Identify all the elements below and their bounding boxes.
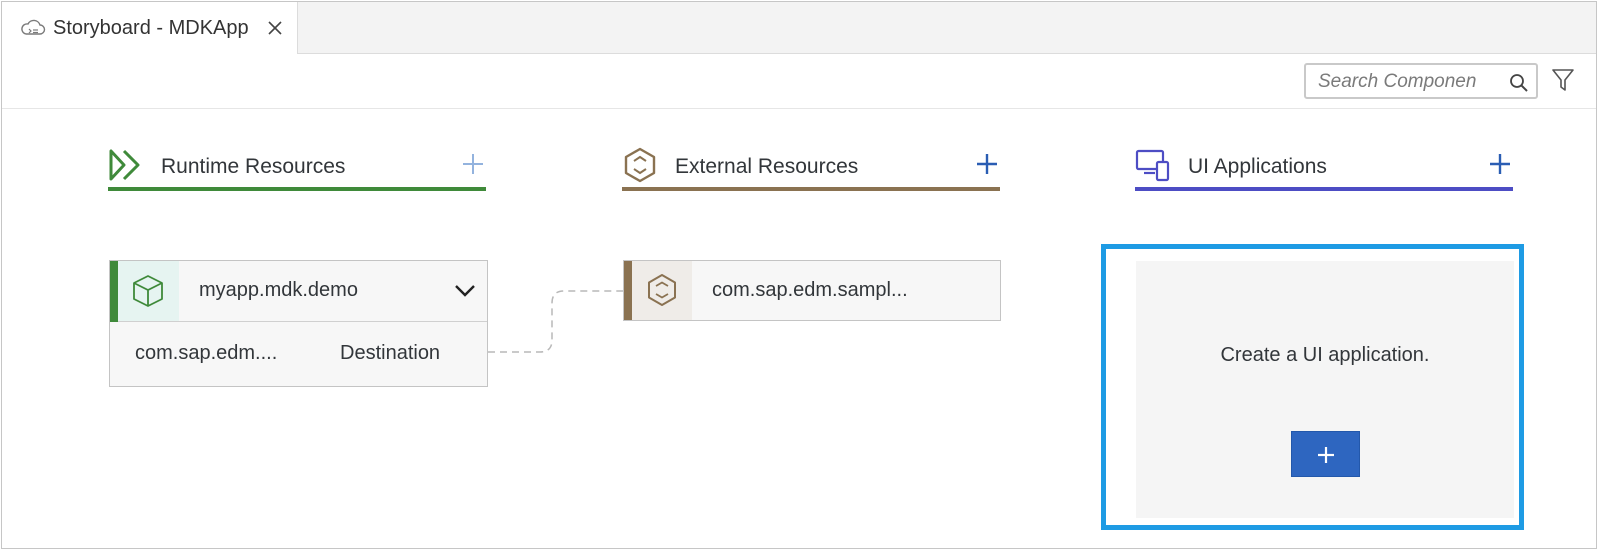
- service-type: Destination: [340, 342, 441, 364]
- close-icon[interactable]: [267, 20, 283, 36]
- hexagon-cube-icon: [624, 147, 656, 183]
- external-resources-underline: [622, 187, 1000, 191]
- ui-applications-title: UI Applications: [1188, 155, 1327, 178]
- service-connector-line: [488, 290, 624, 353]
- hexagon-cube-icon: [648, 274, 676, 306]
- filter-icon[interactable]: [1552, 68, 1574, 92]
- external-card-accent: [624, 261, 632, 320]
- create-ui-application-message: Create a UI application.: [1220, 344, 1430, 366]
- devices-icon: [1135, 149, 1170, 182]
- runtime-resource-card[interactable]: myapp.mdk.demo com.sap.edm.... Destinati…: [109, 260, 488, 387]
- runtime-card-header[interactable]: myapp.mdk.demo: [110, 261, 487, 322]
- add-ui-application-header-button[interactable]: [1487, 151, 1513, 177]
- external-resources-title: External Resources: [675, 155, 859, 178]
- runtime-service-row[interactable]: com.sap.edm.... Destination: [110, 323, 487, 387]
- add-runtime-resource-button[interactable]: [460, 151, 486, 177]
- runtime-resources-title: Runtime Resources: [161, 155, 346, 178]
- add-external-resource-button[interactable]: [974, 151, 1000, 177]
- toolbar: [2, 55, 1596, 109]
- tab-storyboard[interactable]: Storyboard - MDKApp: [2, 2, 298, 54]
- search-box[interactable]: [1304, 63, 1538, 99]
- runtime-resources-underline: [108, 187, 486, 191]
- cloud-storyboard-icon: [21, 19, 46, 35]
- service-name: com.sap.edm....: [135, 342, 278, 364]
- runtime-card-accent: [110, 261, 118, 322]
- search-icon[interactable]: [1509, 73, 1529, 93]
- storyboard-window: Storyboard - MDKApp Runtime Resources: [1, 1, 1597, 549]
- runtime-card-iconbox: [118, 261, 179, 321]
- external-card-iconbox: [632, 261, 692, 320]
- tab-title: Storyboard - MDKApp: [53, 17, 249, 39]
- ui-applications-header: UI Applications: [1135, 147, 1513, 193]
- double-chevron-right-icon: [109, 149, 140, 181]
- chevron-down-icon[interactable]: [453, 281, 477, 301]
- external-resource-card[interactable]: com.sap.edm.sampl...: [623, 260, 1001, 321]
- runtime-resource-name: myapp.mdk.demo: [199, 279, 358, 301]
- create-ui-application-button[interactable]: [1291, 431, 1360, 477]
- ui-applications-underline: [1135, 187, 1513, 191]
- create-ui-application-panel: Create a UI application.: [1136, 261, 1514, 518]
- tab-bar: Storyboard - MDKApp: [2, 2, 1596, 54]
- runtime-resources-header: Runtime Resources: [108, 147, 486, 193]
- cube-icon: [133, 275, 163, 307]
- search-input[interactable]: [1318, 69, 1498, 95]
- external-resources-header: External Resources: [622, 147, 1000, 193]
- external-resource-name: com.sap.edm.sampl...: [712, 279, 908, 301]
- plus-icon: [1318, 447, 1334, 463]
